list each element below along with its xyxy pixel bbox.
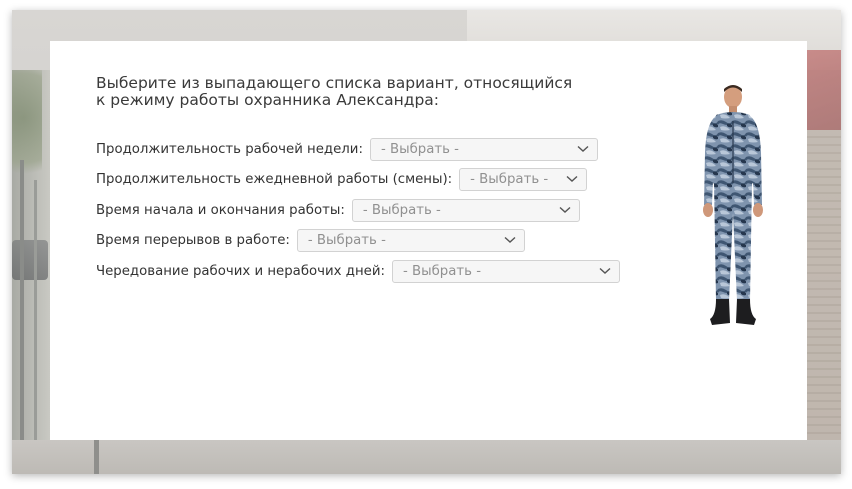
question-row-breaks: Время перерывов в работе: - Выбрать - xyxy=(96,228,525,252)
daily-shift-dropdown[interactable]: - Выбрать - xyxy=(459,167,588,191)
task-title-line: к режиму работы охранника Александра: xyxy=(96,91,440,109)
breaks-dropdown[interactable]: - Выбрать - xyxy=(296,228,525,252)
background-right-building xyxy=(807,130,841,474)
background-post xyxy=(94,440,99,474)
background-gate-post xyxy=(20,160,24,440)
dropdown-value: - Выбрать - xyxy=(470,171,549,187)
dropdown-value: - Выбрать - xyxy=(402,263,481,279)
work-week-dropdown[interactable]: - Выбрать - xyxy=(369,137,598,161)
background-ground xyxy=(12,440,841,474)
question-row-start-end-time: Время начала и окончания работы: - Выбра… xyxy=(96,198,580,222)
question-label: Время перерывов в работе: xyxy=(96,232,290,248)
background-tree xyxy=(12,70,42,190)
security-guard-illustration xyxy=(703,85,763,325)
dropdown-value: - Выбрать - xyxy=(380,141,459,157)
dropdown-value: - Выбрать - xyxy=(307,232,386,248)
question-label: Чередование рабочих и нерабочих дней: xyxy=(96,263,385,279)
start-end-time-dropdown[interactable]: - Выбрать - xyxy=(351,198,580,222)
question-row-days-alternation: Чередование рабочих и нерабочих дней: - … xyxy=(96,259,620,283)
task-title: Выберите из выпадающего списка вариант, … xyxy=(96,75,616,109)
question-label: Продолжительность рабочей недели: xyxy=(96,141,363,157)
question-row-daily-shift: Продолжительность ежедневной работы (сме… xyxy=(96,167,588,191)
chevron-down-icon xyxy=(566,175,578,182)
task-title-line: Выберите из выпадающего списка вариант, … xyxy=(96,74,573,92)
content-panel: Выберите из выпадающего списка вариант, … xyxy=(50,41,807,440)
question-label: Время начала и окончания работы: xyxy=(96,202,345,218)
background-gate-post xyxy=(34,180,37,450)
question-label: Продолжительность ежедневной работы (сме… xyxy=(96,171,453,187)
chevron-down-icon xyxy=(599,267,611,274)
chevron-down-icon xyxy=(504,236,516,243)
chevron-down-icon xyxy=(577,145,589,152)
dropdown-value: - Выбрать - xyxy=(362,202,441,218)
slide-stage: Выберите из выпадающего списка вариант, … xyxy=(12,10,841,474)
question-row-work-week: Продолжительность рабочей недели: - Выбр… xyxy=(96,137,598,161)
days-alternation-dropdown[interactable]: - Выбрать - xyxy=(391,259,620,283)
background-car xyxy=(12,240,48,280)
chevron-down-icon xyxy=(559,206,571,213)
